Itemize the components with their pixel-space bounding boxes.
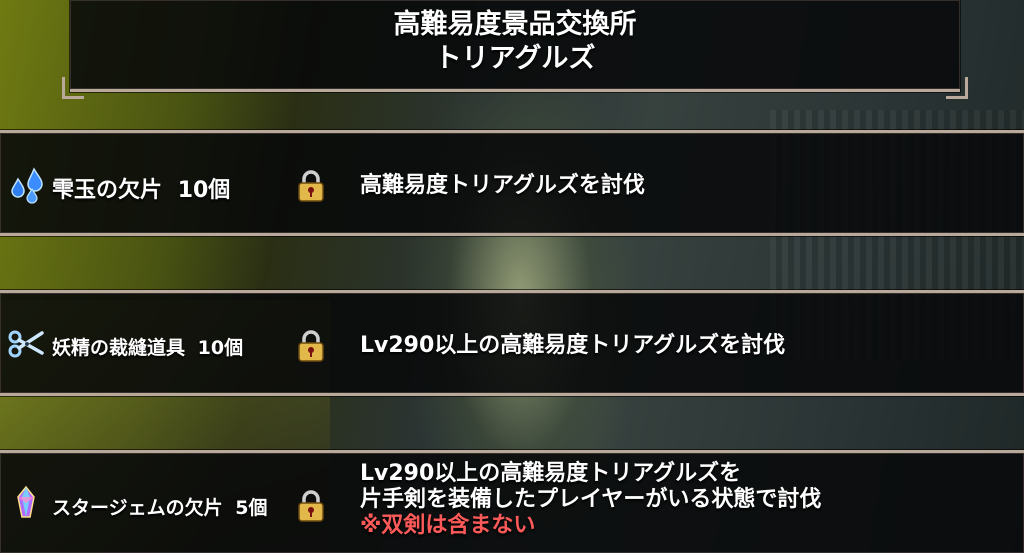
item-name: 妖精の裁縫道具 xyxy=(52,337,186,359)
reward-row[interactable]: 妖精の裁縫道具 10個 Lv290以上の高難易度トリアグルズを討伐 xyxy=(0,290,1024,396)
condition-line: Lv290以上の高難易度トリアグルズを討伐 xyxy=(360,333,786,358)
item-quantity: 10個 xyxy=(177,178,231,203)
frame-corner xyxy=(946,77,968,99)
reward-item-label: 雫玉の欠片 10個 xyxy=(52,172,230,204)
lock-icon xyxy=(298,330,324,362)
unlock-condition: Lv290以上の高難易度トリアグルズを 片手剣を装備したプレイヤーがいる状態で討… xyxy=(360,461,821,539)
unlock-condition: Lv290以上の高難易度トリアグルズを討伐 xyxy=(360,333,785,359)
reward-item-label: スタージェムの欠片 5個 xyxy=(52,493,267,520)
item-name: 雫玉の欠片 xyxy=(52,178,163,203)
condition-note: ※双剣は含まない xyxy=(360,513,536,538)
item-quantity: 10個 xyxy=(197,337,244,359)
item-name: スタージェムの欠片 xyxy=(52,497,223,519)
condition-line: 片手剣を装備したプレイヤーがいる状態で討伐 xyxy=(360,487,822,512)
water-drops-icon xyxy=(11,167,43,204)
page-title: 高難易度景品交換所 トリアグルズ xyxy=(70,8,960,76)
reward-row[interactable]: スタージェムの欠片 5個 Lv290以上の高難易度トリアグルズを 片手剣を装備し… xyxy=(0,450,1024,553)
unlock-condition: 高難易度トリアグルズを討伐 xyxy=(360,173,645,199)
frame-corner xyxy=(62,77,84,99)
condition-line: 高難易度トリアグルズを討伐 xyxy=(360,173,645,198)
reward-item-label: 妖精の裁縫道具 10個 xyxy=(52,333,243,360)
title-panel: 高難易度景品交換所 トリアグルズ xyxy=(62,0,968,99)
condition-line: Lv290以上の高難易度トリアグルズを xyxy=(360,461,742,486)
scissors-icon xyxy=(8,330,44,358)
item-quantity: 5個 xyxy=(235,497,268,519)
lock-icon xyxy=(298,490,324,522)
title-line-2: トリアグルズ xyxy=(434,43,596,74)
title-line-1: 高難易度景品交換所 xyxy=(393,9,637,40)
reward-row[interactable]: 雫玉の欠片 10個 高難易度トリアグルズを討伐 xyxy=(0,130,1024,236)
star-gem-icon xyxy=(17,485,35,518)
lock-icon xyxy=(298,170,324,202)
